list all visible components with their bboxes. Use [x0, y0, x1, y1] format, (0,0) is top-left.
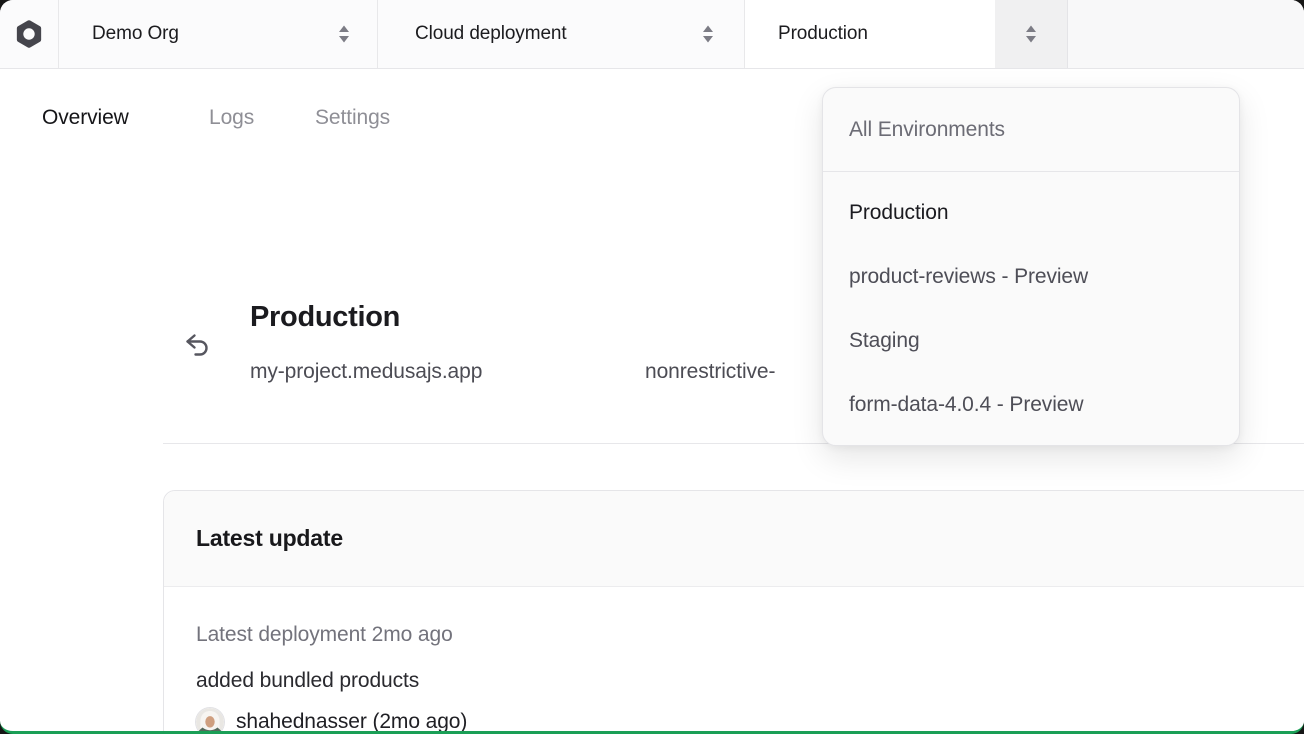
deployment-time-label: Latest deployment 2mo ago — [196, 621, 1295, 649]
environment-switcher-chevron-button[interactable] — [995, 0, 1068, 68]
top-bar-spacer — [1068, 0, 1304, 68]
environment-switcher-label: Production — [778, 23, 868, 45]
latest-update-card-body: Latest deployment 2mo ago added bundled … — [164, 587, 1304, 734]
primary-domain-link[interactable]: my-project.medusajs.app — [250, 358, 482, 386]
back-arrow-icon — [183, 330, 213, 360]
latest-update-card: Latest update Latest deployment 2mo ago … — [163, 490, 1304, 734]
latest-update-card-header: Latest update — [164, 491, 1304, 587]
select-chevrons-icon — [337, 24, 351, 44]
app-window: Demo Org Cloud deployment Production — [0, 0, 1304, 734]
org-switcher[interactable]: Demo Org — [59, 0, 378, 68]
tab-settings[interactable]: Settings — [315, 103, 390, 133]
medusa-logo-icon — [14, 19, 44, 49]
select-chevrons-icon — [1024, 24, 1038, 44]
dropdown-item-product-reviews-preview[interactable]: product-reviews - Preview — [823, 245, 1239, 309]
avatar — [196, 708, 224, 734]
secondary-domain-link[interactable]: nonrestrictive- — [645, 358, 775, 386]
dropdown-item-staging[interactable]: Staging — [823, 309, 1239, 373]
dropdown-item-form-data-preview[interactable]: form-data-4.0.4 - Preview — [823, 373, 1239, 437]
author-name: shahednasser (2mo ago) — [236, 708, 467, 734]
all-environments-label: All Environments — [849, 118, 1005, 142]
card-title: Latest update — [196, 525, 343, 552]
back-button[interactable] — [183, 330, 213, 360]
author-row: shahednasser (2mo ago) — [196, 708, 1295, 734]
dropdown-item-production[interactable]: Production — [823, 181, 1239, 245]
tab-overview[interactable]: Overview — [42, 103, 129, 133]
environment-list: Production product-reviews - Preview Sta… — [823, 172, 1239, 446]
page-title: Production — [250, 298, 400, 336]
project-switcher-label: Cloud deployment — [415, 23, 567, 45]
org-switcher-label: Demo Org — [92, 23, 179, 45]
top-bar: Demo Org Cloud deployment Production — [0, 0, 1304, 69]
medusa-logo-button[interactable] — [0, 0, 59, 68]
environment-dropdown-menu: All Environments Production product-revi… — [822, 87, 1240, 446]
tab-logs[interactable]: Logs — [209, 103, 254, 133]
select-chevrons-icon — [701, 24, 715, 44]
environment-switcher[interactable]: Production — [745, 0, 995, 68]
commit-message: added bundled products — [196, 667, 1295, 695]
project-switcher[interactable]: Cloud deployment — [378, 0, 745, 68]
dropdown-item-all-environments[interactable]: All Environments — [823, 88, 1239, 172]
